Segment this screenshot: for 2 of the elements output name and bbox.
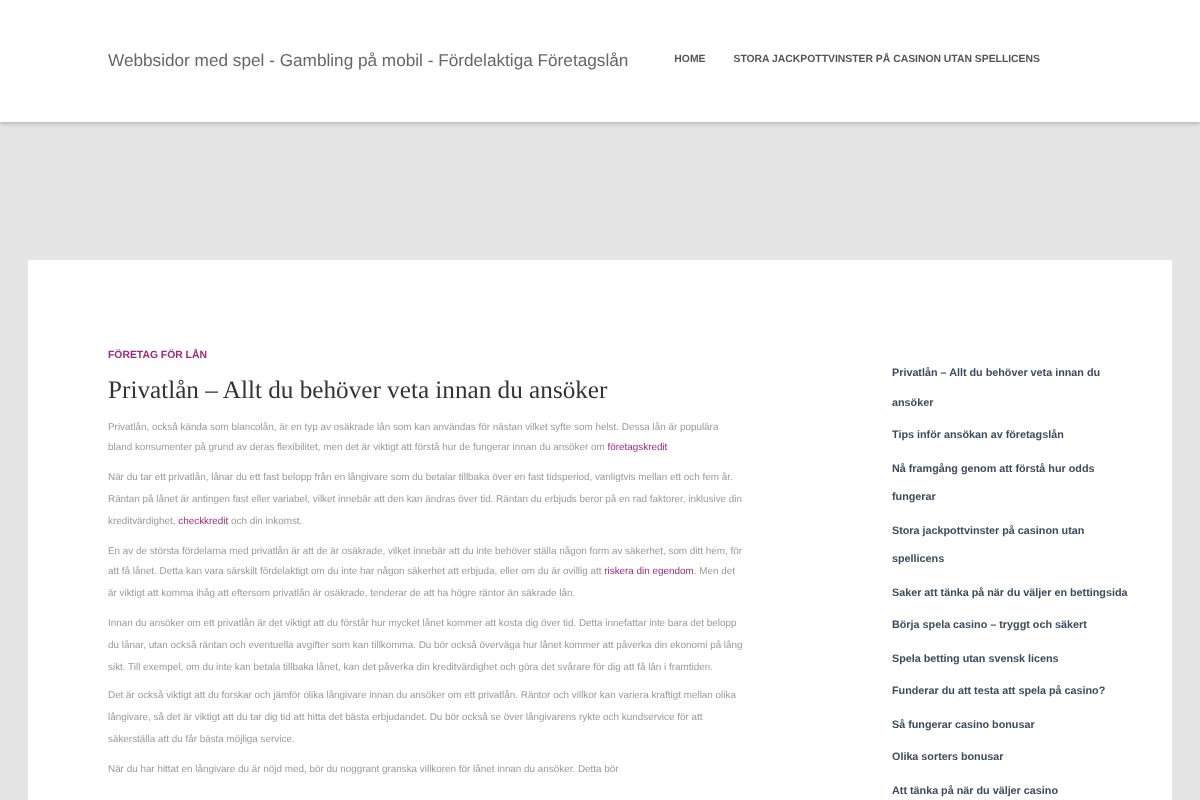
site-title[interactable]: Webbsidor med spel - Gambling på mobil - Fördelaktiga Företagslån [108, 48, 629, 74]
article-title: Privatlån – Allt du behöver veta innan du ansöker [108, 373, 610, 408]
